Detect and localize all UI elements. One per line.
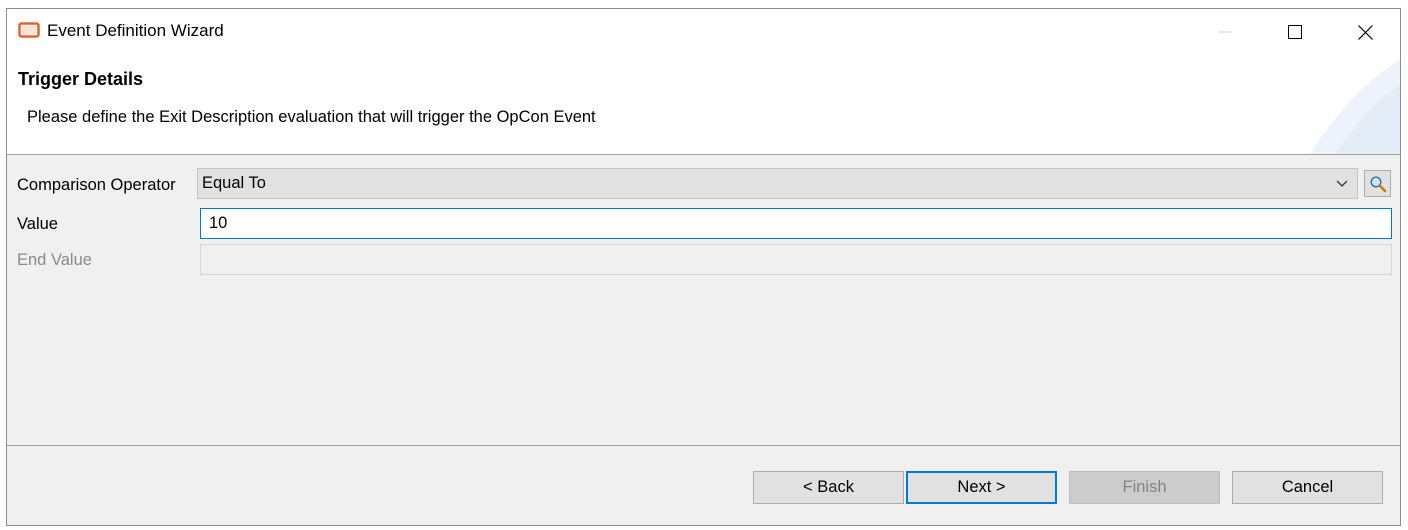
cancel-button[interactable]: Cancel [1232,471,1383,504]
close-button[interactable] [1330,9,1400,55]
page-title: Trigger Details [18,69,144,89]
comparison-operator-select[interactable]: Equal To [197,168,1358,199]
maximize-icon [1288,25,1302,39]
value-input[interactable] [200,208,1392,239]
minimize-button[interactable] [1190,9,1260,55]
footer-divider [7,445,1400,446]
next-button[interactable]: Next > [906,471,1057,504]
value-label: Value [17,215,58,233]
title-bar: Event Definition Wizard [7,9,1400,55]
finish-button[interactable]: Finish [1069,471,1220,504]
window-title: Event Definition Wizard [47,21,224,40]
opcon-frame-icon [18,22,40,38]
comparison-operator-lookup-button[interactable] [1364,170,1391,197]
wizard-window: Event Definition Wizard Trigger Details … [6,8,1401,526]
comparison-operator-label: Comparison Operator [17,176,176,194]
back-button[interactable]: < Back [753,471,904,504]
comparison-operator-value: Equal To [202,174,266,192]
end-value-label: End Value [17,251,92,269]
maximize-button[interactable] [1260,9,1330,55]
chevron-down-icon [1336,180,1348,187]
close-icon [1357,24,1373,40]
magnifier-icon [1369,175,1386,192]
page-description: Please define the Exit Description evalu… [27,108,596,126]
minimize-icon [1219,31,1231,33]
banner-decoration [1310,60,1400,154]
wizard-header: Trigger Details Please define the Exit D… [7,55,1400,155]
end-value-input[interactable] [200,244,1392,275]
